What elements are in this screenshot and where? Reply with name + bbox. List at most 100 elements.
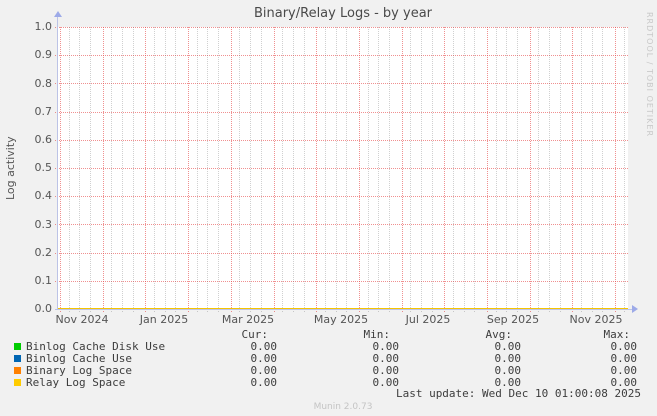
gridline <box>335 27 337 312</box>
munin-version-text: Munin 2.0.73 <box>313 402 373 412</box>
chart-title: Binary/Relay Logs - by year <box>253 6 433 21</box>
gridline <box>282 27 284 312</box>
gridline <box>55 280 628 282</box>
series-min-value: 0.00 <box>372 364 400 377</box>
series-label: Binlog Cache Use <box>26 352 132 365</box>
y-tick: 0.3 <box>34 218 53 231</box>
legend-header-max: Max: <box>603 328 631 341</box>
gridline <box>60 27 61 312</box>
y-tick: 0.0 <box>34 302 53 315</box>
x-tick: Sep 2025 <box>486 313 540 326</box>
y-tick: 1.0 <box>34 20 53 33</box>
gridline <box>55 111 628 113</box>
gridline <box>68 27 70 312</box>
y-tick: 0.5 <box>34 161 53 174</box>
gridline <box>132 27 134 312</box>
series-min-value: 0.00 <box>372 376 400 389</box>
x-axis-arrow-icon <box>632 305 638 313</box>
gridline <box>452 27 454 312</box>
gridline <box>623 27 625 312</box>
gridline <box>292 27 294 312</box>
y-tick: 0.8 <box>34 77 53 90</box>
x-tick: Jul 2025 <box>405 313 451 326</box>
gridline <box>55 252 628 254</box>
x-tick: Jan 2025 <box>139 313 189 326</box>
gridline <box>463 27 465 312</box>
series-min-value: 0.00 <box>372 340 400 353</box>
gridline <box>175 27 177 312</box>
gridline <box>549 27 551 312</box>
zero-value-series-line <box>58 308 628 309</box>
gridline <box>388 27 390 312</box>
y-tick: 0.9 <box>34 48 53 61</box>
gridline <box>90 27 92 312</box>
gridline <box>559 27 561 312</box>
x-tick: May 2025 <box>313 313 369 326</box>
gridline <box>538 27 540 312</box>
series-cur-value: 0.00 <box>250 352 278 365</box>
gridline <box>495 27 497 312</box>
gridline <box>55 168 628 169</box>
series-avg-value: 0.00 <box>494 364 522 377</box>
series-cur-value: 0.00 <box>250 376 278 389</box>
gridline <box>517 27 519 312</box>
series-max-value: 0.00 <box>610 352 638 365</box>
gridline <box>591 27 593 312</box>
munin-graph-page: Binary/Relay Logs - by year RRDTOOL / TO… <box>0 0 657 416</box>
x-tick: Nov 2025 <box>569 313 623 326</box>
gridline <box>164 27 166 312</box>
gridline <box>154 27 156 312</box>
gridline <box>188 27 190 312</box>
series-swatch <box>14 343 21 350</box>
series-label: Binlog Cache Disk Use <box>26 340 166 353</box>
gridline <box>55 27 628 28</box>
gridline <box>303 27 305 312</box>
last-update-text: Last update: Wed Dec 10 01:00:08 2025 <box>395 387 641 400</box>
gridline <box>230 27 232 312</box>
gridline <box>273 27 275 312</box>
y-axis-label: Log activity <box>4 136 17 200</box>
gridline <box>378 27 380 312</box>
plot-area <box>55 27 628 312</box>
legend-header-cur: Cur: <box>241 328 269 341</box>
y-axis-line <box>57 16 58 310</box>
legend-header-avg: Avg: <box>485 328 513 341</box>
rrdtool-watermark: RRDTOOL / TOBI OETIKER <box>645 12 654 138</box>
gridline <box>444 27 446 312</box>
y-tick: 0.1 <box>34 274 53 287</box>
gridline <box>239 27 241 312</box>
gridline <box>55 139 628 141</box>
series-avg-value: 0.00 <box>494 340 522 353</box>
gridline <box>316 27 318 312</box>
gridline <box>196 27 198 312</box>
gridline <box>410 27 412 312</box>
gridline <box>581 27 583 312</box>
x-axis-line <box>55 309 632 310</box>
gridline <box>487 27 488 312</box>
series-max-value: 0.00 <box>610 340 638 353</box>
gridline <box>358 27 360 312</box>
series-swatch <box>14 367 21 374</box>
y-axis-arrow-icon <box>54 11 62 17</box>
gridline <box>572 27 574 312</box>
series-cur-value: 0.00 <box>250 364 278 377</box>
y-tick: 0.2 <box>34 246 53 259</box>
series-swatch <box>14 355 21 362</box>
gridline <box>420 27 422 312</box>
gridline <box>79 27 81 312</box>
gridline <box>260 27 262 312</box>
gridline <box>55 224 628 226</box>
gridline <box>111 27 113 312</box>
gridline <box>145 27 147 312</box>
gridline <box>218 27 220 312</box>
series-label: Relay Log Space <box>26 376 126 389</box>
gridline <box>529 27 531 312</box>
gridline <box>55 196 628 198</box>
y-tick: 0.7 <box>34 105 53 118</box>
series-max-value: 0.00 <box>610 364 638 377</box>
gridline <box>401 27 403 312</box>
gridline <box>615 27 617 312</box>
gridline <box>102 27 104 312</box>
series-label: Binary Log Space <box>26 364 132 377</box>
gridline <box>207 27 209 312</box>
